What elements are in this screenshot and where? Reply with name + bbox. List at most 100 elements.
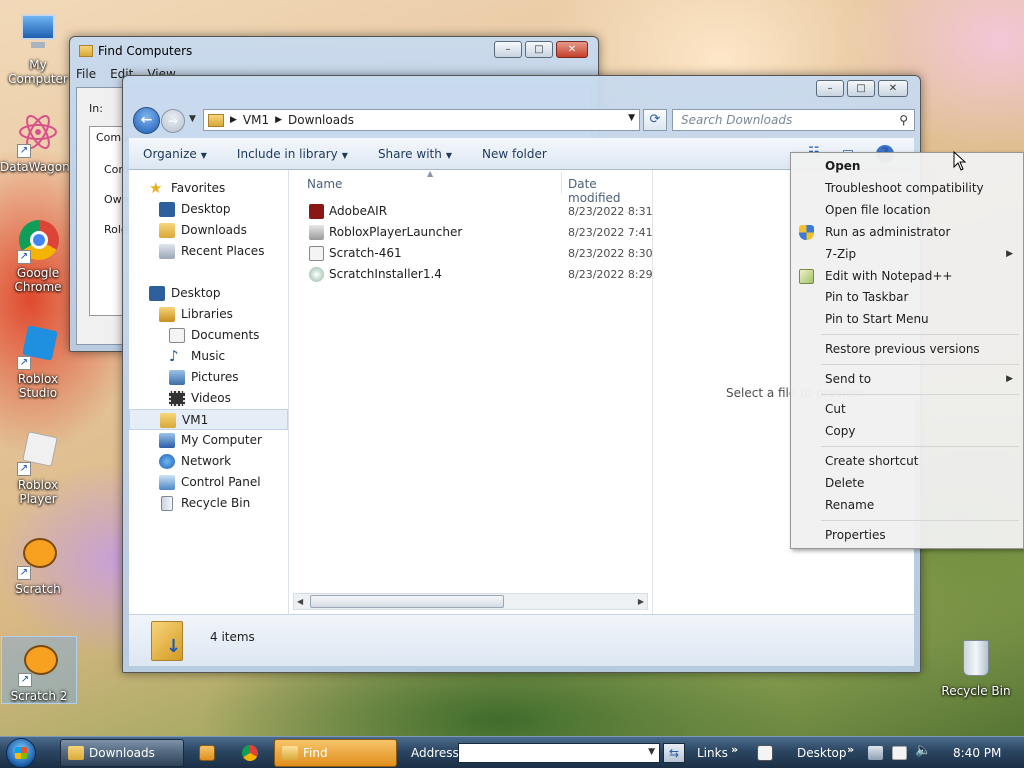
- desktop-icon-scratch[interactable]: ↗ Scratch: [0, 534, 76, 596]
- menu-item-delete[interactable]: Delete: [793, 472, 1021, 494]
- new-folder-button[interactable]: New folder: [482, 147, 547, 161]
- minimize-button[interactable]: –: [816, 80, 844, 97]
- clock[interactable]: 8:40 PM: [953, 746, 1001, 760]
- roblox-player-icon: ↗: [15, 430, 61, 476]
- breadcrumb-vm1[interactable]: VM1: [243, 113, 269, 127]
- nav-vm1[interactable]: VM1: [129, 409, 288, 430]
- media-player-icon[interactable]: [199, 745, 215, 761]
- shield-icon: [799, 225, 814, 240]
- include-in-library-button[interactable]: Include in library ▼: [237, 147, 348, 161]
- column-header-name[interactable]: Name: [307, 177, 342, 191]
- breadcrumb-downloads[interactable]: Downloads: [288, 113, 354, 127]
- refresh-button[interactable]: ⟳: [643, 109, 667, 131]
- breadcrumb-separator-icon: ▶: [275, 115, 283, 125]
- horizontal-scrollbar[interactable]: ◀ ▶: [293, 593, 648, 610]
- nav-favorites-downloads[interactable]: Downloads: [129, 220, 288, 241]
- links-toolbar-label[interactable]: Links: [697, 746, 728, 760]
- menu-item-open[interactable]: Open: [793, 155, 1021, 177]
- menu-item-create-shortcut[interactable]: Create shortcut: [793, 450, 1021, 472]
- menu-item-open-file-location[interactable]: Open file location: [793, 199, 1021, 221]
- shortcut-arrow-icon: ↗: [17, 356, 31, 370]
- desktop-icon-label: Google Chrome: [14, 266, 62, 294]
- nav-favorites[interactable]: ★ Favorites: [129, 178, 288, 199]
- menu-item-edit-with-notepad-plus-plus[interactable]: Edit with Notepad++: [793, 265, 1021, 287]
- menu-item-pin-to-taskbar[interactable]: Pin to Taskbar: [793, 286, 1021, 308]
- menu-item-send-to[interactable]: Send to ▶: [793, 368, 1021, 390]
- nav-label: Videos: [191, 391, 231, 405]
- desktop-icon-roblox-studio[interactable]: ↗ Roblox Studio: [0, 324, 76, 400]
- desktop-icon-recycle-bin[interactable]: Recycle Bin: [936, 636, 1016, 698]
- file-row[interactable]: Scratch-461 8/23/2022 8:30 P: [289, 243, 652, 264]
- menu-file[interactable]: File: [76, 67, 96, 81]
- nav-network[interactable]: Network: [129, 451, 288, 472]
- scroll-left-arrow-icon[interactable]: ◀: [297, 594, 303, 609]
- menu-item-troubleshoot-compatibility[interactable]: Troubleshoot compatibility: [793, 177, 1021, 199]
- minimize-button[interactable]: –: [494, 41, 522, 58]
- links-chevron-icon[interactable]: »: [731, 743, 738, 756]
- nav-favorites-recent-places[interactable]: Recent Places: [129, 241, 288, 262]
- volume-icon[interactable]: 🔈: [915, 743, 931, 758]
- desktop-toolbar-label[interactable]: Desktop: [797, 746, 847, 760]
- nav-recycle-bin[interactable]: Recycle Bin: [129, 493, 288, 514]
- desktop-icon-scratch-2[interactable]: ↗ Scratch 2: [1, 636, 77, 704]
- menu-item-copy[interactable]: Copy: [793, 420, 1021, 442]
- file-row[interactable]: RobloxPlayerLauncher 8/23/2022 7:41 P: [289, 222, 652, 243]
- menu-item-cut[interactable]: Cut: [793, 398, 1021, 420]
- address-go-button[interactable]: ⇆: [663, 743, 685, 763]
- nav-pictures[interactable]: Pictures: [129, 367, 288, 388]
- forward-button[interactable]: →: [161, 109, 185, 133]
- file-row[interactable]: AdobeAIR 8/23/2022 8:31 P: [289, 201, 652, 222]
- menu-item-7-zip[interactable]: 7-Zip ▶: [793, 243, 1021, 265]
- start-button[interactable]: [6, 738, 36, 768]
- nav-videos[interactable]: Videos: [129, 388, 288, 409]
- close-button[interactable]: ✕: [556, 41, 588, 58]
- desktop-icon-google-chrome[interactable]: ↗ Google Chrome: [0, 218, 76, 294]
- desktop-icon-label: Roblox Studio: [17, 372, 59, 400]
- scroll-right-arrow-icon[interactable]: ▶: [638, 594, 644, 609]
- menu-item-pin-to-start-menu[interactable]: Pin to Start Menu: [793, 308, 1021, 330]
- nav-favorites-desktop[interactable]: Desktop: [129, 199, 288, 220]
- taskbar-button-downloads[interactable]: Downloads: [60, 739, 184, 767]
- maximize-button[interactable]: □: [847, 80, 875, 97]
- desktop-icon-my-computer[interactable]: My Computer: [0, 10, 76, 86]
- back-button[interactable]: ←: [133, 107, 160, 134]
- maximize-button[interactable]: □: [525, 41, 553, 58]
- file-row[interactable]: ScratchInstaller1.4 8/23/2022 8:29 P: [289, 264, 652, 285]
- recent-pages-dropdown[interactable]: ▼: [189, 114, 196, 124]
- menu-item-restore-previous-versions[interactable]: Restore previous versions: [793, 338, 1021, 360]
- desktop-icon-roblox-player[interactable]: ↗ Roblox Player: [0, 430, 76, 506]
- desktop-icon-label: Recycle Bin: [941, 684, 1011, 698]
- desktop-icon-datawagon[interactable]: ↗ DataWagon...: [0, 112, 81, 174]
- nav-my-computer[interactable]: My Computer: [129, 430, 288, 451]
- nav-desktop[interactable]: Desktop: [129, 283, 288, 304]
- search-input[interactable]: Search Downloads ⚲: [672, 109, 915, 131]
- menu-item-run-as-administrator[interactable]: Run as administrator: [793, 221, 1021, 243]
- menu-item-rename[interactable]: Rename: [793, 494, 1021, 516]
- close-button[interactable]: ✕: [878, 80, 908, 97]
- search-icon[interactable]: ⚲: [899, 110, 908, 130]
- nav-control-panel[interactable]: Control Panel: [129, 472, 288, 493]
- nav-libraries[interactable]: Libraries: [129, 304, 288, 325]
- scrollbar-thumb[interactable]: [310, 595, 504, 608]
- address-dropdown-icon[interactable]: ▼: [628, 113, 635, 123]
- security-alert-tray-icon[interactable]: [892, 746, 907, 760]
- nav-documents[interactable]: Documents: [129, 325, 288, 346]
- mouse-cursor-icon: [953, 150, 967, 174]
- taskbar-button-find-computers[interactable]: Find Computers: [274, 739, 397, 767]
- menu-item-label: 7-Zip: [825, 247, 857, 261]
- address-bar[interactable]: ▶ VM1 ▶ Downloads ▼: [203, 109, 640, 131]
- column-divider[interactable]: [561, 172, 562, 194]
- network-tray-icon[interactable]: [868, 746, 883, 760]
- notepad-icon[interactable]: [757, 745, 773, 761]
- installer-file-icon: [309, 246, 324, 261]
- taskbar-address-input[interactable]: ▼: [458, 743, 660, 763]
- organize-button[interactable]: Organize ▼: [143, 147, 207, 161]
- chrome-icon[interactable]: [242, 745, 258, 761]
- share-with-button[interactable]: Share with ▼: [378, 147, 452, 161]
- address-dropdown-icon[interactable]: ▼: [648, 747, 655, 757]
- search-placeholder: Search Downloads: [681, 113, 793, 127]
- nav-music[interactable]: ♪ Music: [129, 346, 288, 367]
- menu-item-properties[interactable]: Properties: [793, 524, 1021, 546]
- desktop-chevron-icon[interactable]: »: [847, 743, 854, 756]
- desktop-icon-label: Scratch: [15, 582, 61, 596]
